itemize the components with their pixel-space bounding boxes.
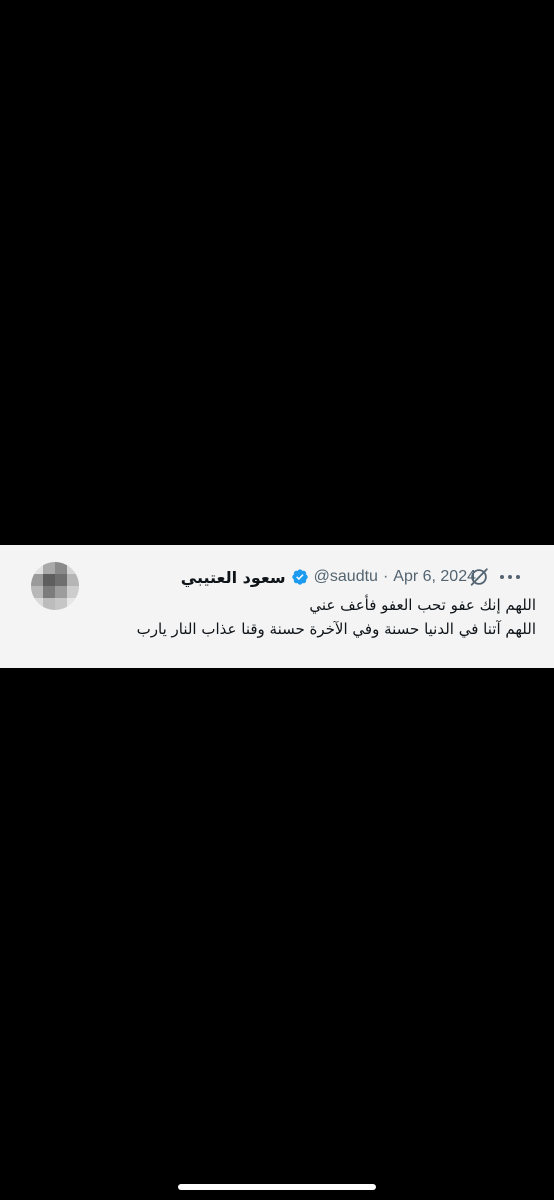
tweet-date[interactable]: Apr 6, 2024	[393, 568, 476, 586]
tweet-header: سعود العتيبي @saudtu · Apr 6, 2024	[181, 565, 476, 589]
screen-background: سعود العتيبي @saudtu · Apr 6, 2024 اللهم…	[0, 0, 554, 1200]
home-indicator[interactable]	[178, 1184, 376, 1190]
grok-icon[interactable]	[468, 566, 490, 588]
tweet-text-line: اللهم إنك عفو تحب العفو فأعف عني	[309, 596, 536, 614]
tweet-text: اللهم إنك عفو تحب العفو فأعف عني اللهم آ…	[66, 593, 536, 641]
user-handle[interactable]: @saudtu	[314, 568, 378, 586]
display-name[interactable]: سعود العتيبي	[181, 568, 286, 587]
tweet-text-line: اللهم آتنا في الدنيا حسنة وفي الآخرة حسن…	[136, 620, 536, 638]
tweet-card[interactable]: سعود العتيبي @saudtu · Apr 6, 2024 اللهم…	[0, 545, 554, 668]
verified-badge-icon	[291, 569, 308, 585]
meta-separator: ·	[382, 568, 389, 585]
more-options-icon[interactable]	[500, 569, 520, 585]
